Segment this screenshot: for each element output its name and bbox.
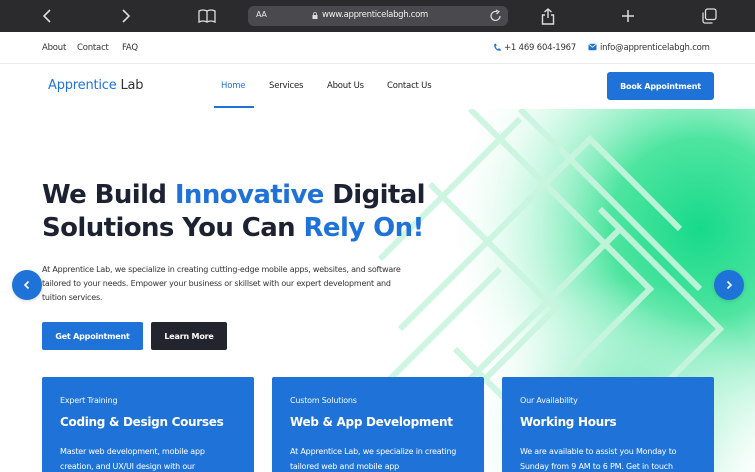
nav-item-services[interactable]: Services [269, 81, 303, 91]
share-icon[interactable] [538, 6, 558, 26]
phone-icon [494, 43, 501, 51]
headline-text-3: Solutions You Can [42, 213, 304, 243]
browser-toolbar: AA www.apprenticelabgh.com [0, 0, 755, 32]
top-link-contact[interactable]: Contact [77, 43, 109, 53]
card-title: Coding & Design Courses [60, 415, 224, 429]
logo[interactable]: Apprentice Lab [48, 78, 144, 93]
hero-section: We Build Innovative Digital Solutions Yo… [0, 109, 755, 472]
bookmarks-icon[interactable] [197, 6, 217, 26]
tabs-overview-icon[interactable] [699, 6, 719, 26]
email-icon [588, 43, 597, 51]
card-eyebrow: Expert Training [60, 396, 118, 405]
feature-card-development: Custom Solutions Web & App Development A… [272, 377, 484, 472]
card-text: Master web development, mobile app creat… [60, 447, 205, 471]
forward-icon[interactable] [116, 6, 136, 26]
email-address[interactable]: info@apprenticelabgh.com [600, 43, 710, 53]
carousel-next-button[interactable] [714, 270, 744, 300]
logo-part-apprentice: Apprentice [48, 78, 117, 93]
address-bar[interactable]: AA www.apprenticelabgh.com [248, 6, 508, 26]
phone-number[interactable]: +1 469 604-1967 [504, 43, 576, 53]
card-title: Working Hours [520, 415, 617, 429]
headline-highlight-rely-on: Rely On! [303, 213, 425, 243]
feature-card-courses: Expert Training Coding & Design Courses … [42, 377, 254, 472]
lock-icon [312, 12, 318, 19]
chevron-right-icon [726, 280, 733, 290]
nav-item-home[interactable]: Home [221, 81, 246, 91]
nav-item-about-us[interactable]: About Us [327, 81, 364, 91]
top-link-about[interactable]: About [42, 43, 66, 53]
card-text: At Apprentice Lab, we specialize in crea… [290, 447, 457, 471]
card-eyebrow: Our Availability [520, 396, 578, 405]
top-info-bar: About Contact FAQ +1 469 604-1967 info@a… [0, 32, 755, 64]
carousel-prev-button[interactable] [12, 270, 42, 300]
card-text: We are available to assist you Monday to… [520, 447, 677, 471]
new-tab-icon[interactable] [618, 6, 638, 26]
learn-more-button[interactable]: Learn More [151, 322, 227, 350]
active-nav-indicator [214, 106, 254, 108]
feature-card-hours: Our Availability Working Hours We are av… [502, 377, 714, 472]
logo-part-lab: Lab [120, 78, 144, 93]
headline-text-2: Digital [323, 180, 425, 210]
main-navigation: Apprentice Lab Home Services About Us Co… [0, 65, 755, 109]
headline-highlight-innovative: Innovative [174, 180, 325, 210]
chevron-left-icon [23, 280, 30, 290]
get-appointment-button[interactable]: Get Appointment [42, 322, 143, 350]
hero-description: At Apprentice Lab, we specialize in crea… [42, 265, 401, 302]
hero-headline: We Build Innovative Digital Solutions Yo… [42, 179, 462, 245]
top-link-faq[interactable]: FAQ [122, 43, 138, 53]
card-title: Web & App Development [290, 415, 453, 429]
book-appointment-button[interactable]: Book Appointment [607, 72, 714, 100]
nav-item-contact-us[interactable]: Contact Us [387, 81, 432, 91]
card-eyebrow: Custom Solutions [290, 396, 357, 405]
text-size-button[interactable]: AA [256, 10, 267, 19]
reload-icon[interactable] [490, 9, 502, 23]
url-text: www.apprenticelabgh.com [322, 10, 429, 20]
headline-text-1: We Build [42, 180, 175, 210]
back-icon[interactable] [37, 6, 57, 26]
